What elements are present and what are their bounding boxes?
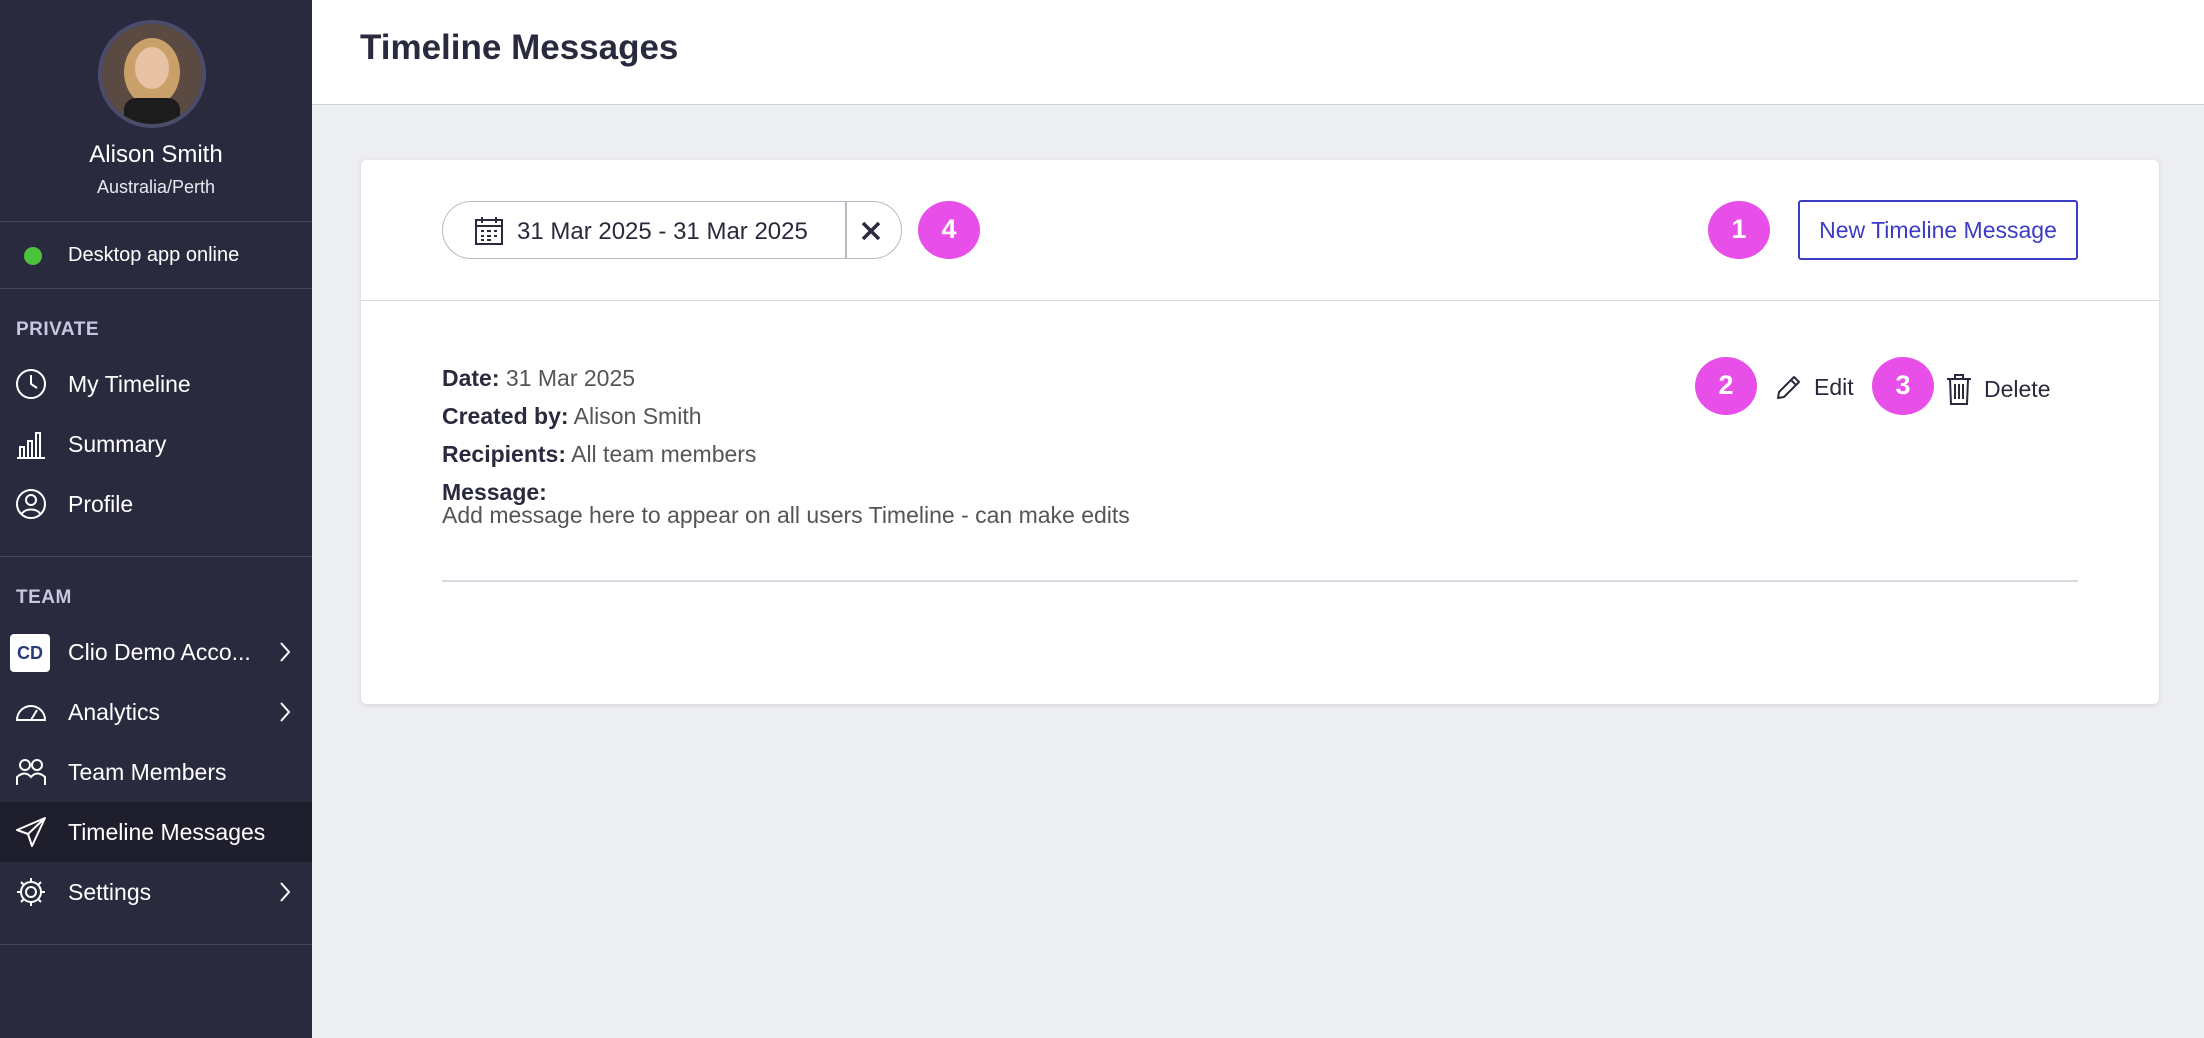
recipients-label: Recipients: [442, 441, 566, 467]
delete-label: Delete [1984, 375, 2051, 402]
date-range-picker[interactable]: 31 Mar 2025 - 31 Mar 2025 [442, 201, 902, 259]
sidebar-item-label: Settings [68, 879, 152, 905]
avatar[interactable] [98, 20, 206, 128]
pencil-icon [1777, 376, 1800, 399]
send-icon [16, 817, 46, 847]
sidebar-item-label: Profile [68, 491, 134, 517]
sidebar-item-summary[interactable]: Summary [0, 414, 312, 474]
chevron-right-icon [280, 702, 291, 722]
message-recipients: All team members [571, 441, 757, 467]
section-label-team: TEAM [16, 587, 72, 608]
user-circle-icon [16, 489, 46, 519]
message-body: Add message here to appear on all users … [442, 502, 1130, 528]
page-header: Timeline Messages [312, 0, 2204, 105]
sidebar-item-settings[interactable]: Settings [0, 862, 312, 922]
sidebar-item-label: Timeline Messages [68, 819, 266, 845]
message-date: 31 Mar 2025 [505, 365, 636, 391]
sidebar: Alison Smith Australia/Perth Desktop app… [0, 0, 312, 1038]
sidebar-item-clio-demo[interactable]: CD Clio Demo Acco... [0, 622, 312, 682]
status-dot-icon [24, 247, 42, 265]
section-label-private: PRIVATE [16, 319, 100, 340]
sidebar-item-timeline-messages[interactable]: Timeline Messages [0, 802, 312, 862]
sidebar-item-analytics[interactable]: Analytics [0, 682, 312, 742]
edit-button[interactable]: Edit [1774, 372, 1854, 402]
status-text: Desktop app online [68, 244, 240, 266]
message-creator-row: Created by: Alison Smith [442, 397, 756, 435]
sidebar-item-label: Clio Demo Acco... [68, 639, 251, 665]
created-by-label: Created by: [442, 403, 569, 429]
clock-icon [16, 369, 46, 399]
user-name: Alison Smith [89, 141, 223, 168]
gear-icon [17, 878, 45, 906]
step-badge-1: 1 [1708, 201, 1770, 259]
date-label: Date: [442, 365, 500, 391]
message-details: Date: 31 Mar 2025 Created by: Alison Smi… [442, 359, 756, 511]
picker-divider [845, 202, 847, 258]
delete-button[interactable]: Delete [1944, 372, 2050, 406]
sidebar-item-label: Analytics [68, 699, 161, 725]
sidebar-item-team-members[interactable]: Team Members [0, 742, 312, 802]
sidebar-item-label: Team Members [68, 759, 227, 785]
sidebar-divider [0, 556, 312, 557]
step-badge-2: 2 [1695, 357, 1757, 415]
sidebar-item-label: My Timeline [68, 371, 191, 397]
calendar-icon [475, 217, 503, 245]
step-badge-3: 3 [1872, 357, 1934, 415]
sidebar-item-my-timeline[interactable]: My Timeline [0, 354, 312, 414]
page-title: Timeline Messages [360, 28, 679, 67]
people-icon [16, 759, 46, 785]
edit-label: Edit [1814, 373, 1854, 400]
card-toolbar: 31 Mar 2025 - 31 Mar 2025 4 1 New Timeli… [361, 160, 2159, 301]
bar-chart-icon [17, 432, 45, 459]
sidebar-item-label: Summary [68, 431, 167, 457]
sidebar-divider [0, 944, 312, 945]
message-recipients-row: Recipients: All team members [442, 435, 756, 473]
messages-card: 31 Mar 2025 - 31 Mar 2025 4 1 New Timeli… [361, 160, 2159, 704]
message-divider [442, 580, 2078, 582]
desktop-status: Desktop app online [0, 223, 312, 289]
message-creator: Alison Smith [573, 403, 702, 429]
sidebar-item-profile[interactable]: Profile [0, 474, 312, 534]
date-range-value: 31 Mar 2025 - 31 Mar 2025 [517, 218, 808, 245]
new-timeline-message-button[interactable]: New Timeline Message [1798, 200, 2078, 260]
trash-icon [1947, 374, 1971, 405]
close-icon[interactable] [855, 215, 887, 247]
chevron-right-icon [280, 882, 291, 902]
account-badge: CD [10, 634, 50, 672]
step-badge-4: 4 [918, 201, 980, 259]
gauge-icon [15, 705, 47, 721]
message-date-row: Date: 31 Mar 2025 [442, 359, 756, 397]
profile-section: Alison Smith Australia/Perth [0, 0, 312, 222]
user-timezone: Australia/Perth [96, 177, 216, 197]
chevron-right-icon [280, 642, 291, 662]
